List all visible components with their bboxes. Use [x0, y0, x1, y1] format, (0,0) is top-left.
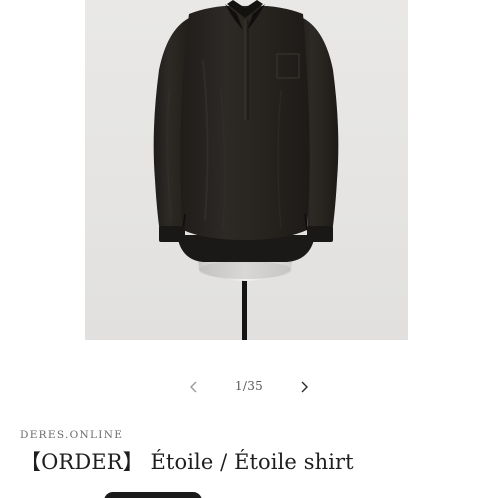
gallery-pagination: 1/35	[0, 372, 498, 402]
action-button[interactable]	[104, 492, 202, 498]
shirt-on-mannequin-illustration	[153, 0, 339, 340]
product-title: 【ORDER】 Étoile / Étoile shirt	[20, 450, 354, 474]
product-image[interactable]	[85, 0, 408, 340]
chevron-right-icon	[301, 381, 308, 393]
image-counter: 1/35	[234, 379, 264, 393]
next-image-button[interactable]	[293, 376, 315, 398]
previous-image-button[interactable]	[183, 376, 205, 398]
vendor-name: DERES.ONLINE	[20, 429, 124, 441]
product-page: 1/35 DERES.ONLINE 【ORDER】 Étoile / Étoil…	[0, 0, 498, 498]
chevron-left-icon	[190, 381, 197, 393]
